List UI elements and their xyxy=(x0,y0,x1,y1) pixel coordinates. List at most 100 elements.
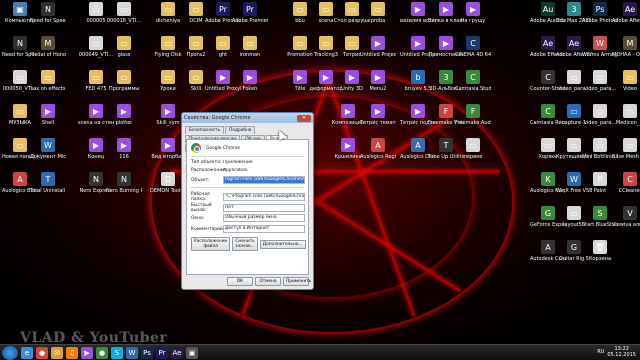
window-select[interactable]: Обычный размер окна xyxy=(223,214,305,222)
desktop-icon[interactable]: 🗑 Корзина xyxy=(582,240,618,278)
desktop-icon[interactable]: ▶ На грушу xyxy=(455,2,491,40)
desktop-icon[interactable]: F Freemake Audio Co... xyxy=(455,104,491,142)
system-tray: RU 13:22 05.12.2015 xyxy=(597,346,636,358)
app-icon: C xyxy=(541,70,555,84)
app-icon: Au xyxy=(541,2,555,16)
desktop-icon-label: Menu2 xyxy=(369,86,387,92)
desktop-icon[interactable]: ▭ Video xyxy=(612,70,640,108)
app-icon: ▭ xyxy=(593,138,607,152)
taskbar-app-icon[interactable]: ♫ xyxy=(66,347,78,359)
working-dir-field[interactable]: "C:\Program Files (x86)\Google\Chrome\Ap… xyxy=(223,193,305,201)
desktop-icon-label: Nero Burning ROM xyxy=(106,188,142,194)
hotkey-field[interactable]: Нет xyxy=(223,204,305,212)
tab-security[interactable]: Безопасность xyxy=(185,126,225,134)
change-icon-button[interactable]: Сменить значок... xyxy=(232,237,258,251)
shortcut-panel: Google Chrome Тип объекта: Приложение Ра… xyxy=(186,139,309,275)
language-indicator[interactable]: RU xyxy=(597,349,604,355)
desktop-icon-label: Документ Microsoft... xyxy=(30,154,66,160)
desktop-icon[interactable]: N Nero Burning ROM xyxy=(106,172,142,210)
desktop-icon[interactable]: Ae Adobe After Effects CS6 xyxy=(612,2,640,40)
comment-field[interactable]: Доступ в Интернет xyxy=(223,225,305,233)
desktop-icon-label: plotter xyxy=(115,120,133,126)
app-icon: V xyxy=(623,206,637,220)
taskbar-app-icon[interactable]: Ps xyxy=(141,347,153,359)
desktop-icon[interactable]: W Документ Microsoft... xyxy=(30,138,66,176)
chrome-icon xyxy=(191,143,201,153)
cancel-button[interactable]: Отмена xyxy=(255,277,281,286)
taskbar-app-icon[interactable]: S xyxy=(111,347,123,359)
dialog-titlebar[interactable]: Свойства: Google Chrome ✕ xyxy=(182,113,313,123)
desktop-icon-label: Уроки xyxy=(160,86,176,92)
desktop-icon-label: Хоряки xyxy=(538,154,558,160)
taskbar-app-icon[interactable]: Ae xyxy=(171,347,183,359)
row-comment: Комментарий: Доступ в Интернет xyxy=(191,225,305,233)
desktop-icon-label: Вид вторбир xyxy=(151,154,185,160)
start-button[interactable] xyxy=(2,346,18,360)
desktop-icon[interactable]: ▭ 000018_VTI... xyxy=(106,2,142,40)
row-key: Тип объекта: xyxy=(191,160,222,165)
desktop-icon[interactable]: ▶ Menu2 xyxy=(360,70,396,108)
app-icon: ▭ xyxy=(623,138,637,152)
app-icon: ▶ xyxy=(371,36,385,50)
desktop-icon[interactable]: ▶ Fokeh xyxy=(232,70,268,108)
clock[interactable]: 13:22 05.12.2015 xyxy=(607,346,636,358)
app-icon: ▭ xyxy=(541,138,555,152)
app-icon: ▭ xyxy=(593,104,607,118)
apply-button[interactable]: Применить xyxy=(283,277,311,286)
advanced-button[interactable]: Дополнительно... xyxy=(259,239,306,249)
desktop-icon[interactable]: ▭ Программы xyxy=(106,70,142,108)
desktop-icon[interactable]: ▭ первое xyxy=(455,138,491,176)
row-working-dir: Рабочая папка: "C:\Program Files (x86)\G… xyxy=(191,192,305,202)
desktop-icon-label: 000005 xyxy=(86,18,106,24)
desktop-icon[interactable]: ▭ glass xyxy=(106,36,142,74)
app-icon: Ae xyxy=(541,36,555,50)
app-icon: ▭ xyxy=(41,70,55,84)
desktop-icon[interactable]: ▶ Shell xyxy=(30,104,66,142)
ok-button[interactable]: ОК xyxy=(227,277,253,286)
taskbar-app-icon[interactable]: ● xyxy=(36,347,48,359)
taskbar-app-icon[interactable]: ● xyxy=(96,347,108,359)
taskbar-app-icon[interactable]: e xyxy=(21,347,33,359)
desktop-icon[interactable]: ▶ Тетрис тематик xyxy=(360,104,396,142)
dialog-title: Свойства: Google Chrome xyxy=(184,115,251,121)
desktop-icon[interactable]: ▭ Medicon_... xyxy=(612,104,640,142)
taskbar-app-icon[interactable]: W xyxy=(126,347,138,359)
desktop-icon[interactable]: A Auslogics Registry... xyxy=(360,138,396,176)
desktop-icon[interactable]: ▶ plotter xyxy=(106,104,142,142)
taskbar-app-icon[interactable]: ▣ xyxy=(186,347,198,359)
desktop-icon[interactable]: M Medal of Honor 2010 xyxy=(30,36,66,74)
desktop-icon[interactable]: T Total Uninstall 6 xyxy=(30,172,66,210)
desktop-icon[interactable]: ▶ Untitled Project33 xyxy=(360,36,396,74)
desktop-icon[interactable]: ▶ 116 xyxy=(106,138,142,176)
desktop-icon[interactable]: C CINEMA 4D 64 Bit xyxy=(455,36,491,74)
target-field[interactable]: rogram Files (x86)\Google\Chrome\Applica… xyxy=(223,176,305,184)
tab-details[interactable]: Подробно xyxy=(225,126,256,134)
taskbar-app-icon[interactable]: ▶ xyxy=(81,347,93,359)
desktop-icon[interactable]: V Viewiva альтернатива xyxy=(612,206,640,244)
desktop-icon[interactable]: Pr Adobe Premiere C... xyxy=(232,2,268,40)
action-buttons: Расположение файла Сменить значок... Доп… xyxy=(191,237,306,251)
desktop-icon-label: МУЗЫКА xyxy=(9,120,31,126)
app-icon: Ae xyxy=(623,2,637,16)
desktop-icon[interactable]: M MOHAA - Операция ... xyxy=(612,36,640,74)
desktop-icon-label: Skill xyxy=(190,86,202,92)
desktop-icon[interactable]: C Camtasia Studio 8 xyxy=(455,70,491,108)
app-icon: ▭ xyxy=(567,70,581,84)
app-icon: ▶ xyxy=(341,104,355,118)
app-icon: C xyxy=(466,70,480,84)
taskbar-app-icon[interactable]: ✉ xyxy=(51,347,63,359)
app-icon: M xyxy=(623,36,637,50)
desktop-icon[interactable]: ▭ ironman xyxy=(232,36,268,74)
desktop-icon[interactable]: ▭ proba xyxy=(360,2,396,40)
desktop-icon[interactable]: C CCleaner xyxy=(612,172,640,210)
app-icon: ▭ xyxy=(319,36,333,50)
app-icon: ▭ xyxy=(216,36,230,50)
close-button[interactable]: ✕ xyxy=(297,114,311,122)
desktop-icon-label: Тетрис тематик xyxy=(360,120,396,126)
desktop-icon[interactable]: N Need for Speed Undercover xyxy=(30,2,66,40)
desktop-icon[interactable]: ▭ Base Mesh sculpt 2.obj xyxy=(612,138,640,176)
open-file-location-button[interactable]: Расположение файла xyxy=(191,237,231,251)
app-icon: ▭ xyxy=(319,2,333,16)
taskbar-app-icon[interactable]: Pr xyxy=(156,347,168,359)
desktop-icon[interactable]: ▭ sax on effects xyxy=(30,70,66,108)
